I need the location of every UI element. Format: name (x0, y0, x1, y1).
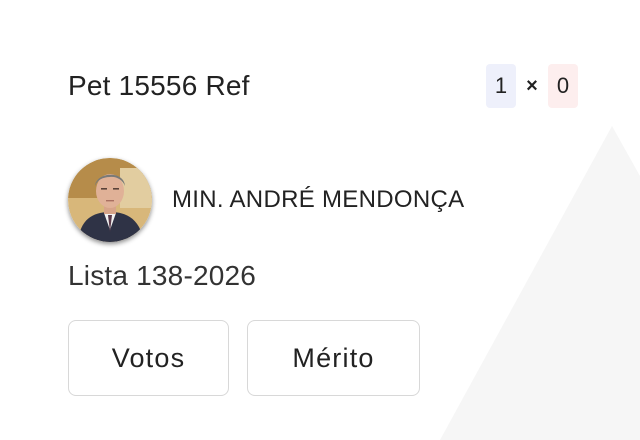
minister-row: MIN. ANDRÉ MENDONÇA (68, 158, 464, 242)
score-contrary: 0 (548, 64, 578, 108)
merit-button[interactable]: Mérito (247, 320, 420, 396)
minister-avatar (68, 158, 152, 242)
case-card: Pet 15556 Ref 1 × 0 MIN. ANDRÉ MENDONÇA … (0, 0, 640, 440)
minister-portrait-icon (68, 158, 152, 242)
vote-score: 1 × 0 (486, 64, 578, 108)
case-title: Pet 15556 Ref (68, 70, 250, 101)
votes-button[interactable]: Votos (68, 320, 229, 396)
score-separator: × (526, 74, 538, 97)
action-buttons: Votos Mérito (68, 320, 420, 396)
score-favorable: 1 (486, 64, 516, 108)
minister-name: MIN. ANDRÉ MENDONÇA (172, 186, 465, 213)
list-label: Lista 138-2026 (68, 260, 257, 291)
